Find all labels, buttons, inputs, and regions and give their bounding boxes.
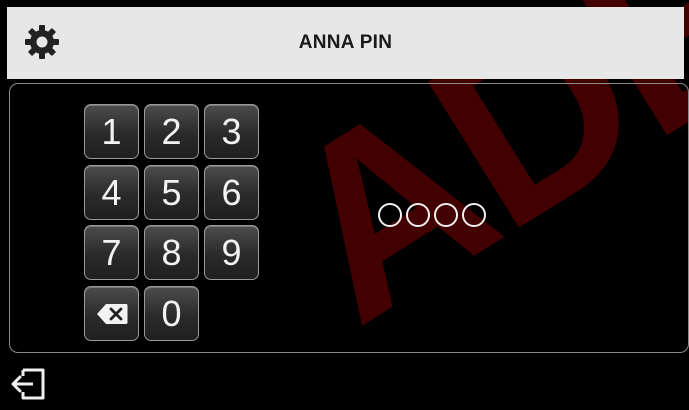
pin-dot xyxy=(378,203,402,227)
key-2[interactable]: 2 xyxy=(144,104,199,159)
pin-display xyxy=(378,203,486,227)
backspace-icon xyxy=(96,303,127,324)
key-1[interactable]: 1 xyxy=(84,104,139,159)
key-6[interactable]: 6 xyxy=(204,165,259,220)
pin-screen: ADER ANNA PIN 1234567890 xyxy=(0,0,689,410)
settings-button[interactable] xyxy=(21,21,63,63)
logout-icon xyxy=(11,368,45,400)
key-8[interactable]: 8 xyxy=(144,225,199,280)
header-bar: ANNA PIN xyxy=(7,7,684,79)
key-7[interactable]: 7 xyxy=(84,225,139,280)
key-3[interactable]: 3 xyxy=(204,104,259,159)
key-9[interactable]: 9 xyxy=(204,225,259,280)
gear-icon xyxy=(25,25,59,59)
backspace-button[interactable] xyxy=(84,286,139,341)
key-5[interactable]: 5 xyxy=(144,165,199,220)
logout-button[interactable] xyxy=(9,364,49,404)
page-title: ANNA PIN xyxy=(298,32,393,53)
pin-dot xyxy=(406,203,430,227)
key-0[interactable]: 0 xyxy=(144,286,199,341)
key-4[interactable]: 4 xyxy=(84,165,139,220)
pin-dot xyxy=(462,203,486,227)
pin-dot xyxy=(434,203,458,227)
